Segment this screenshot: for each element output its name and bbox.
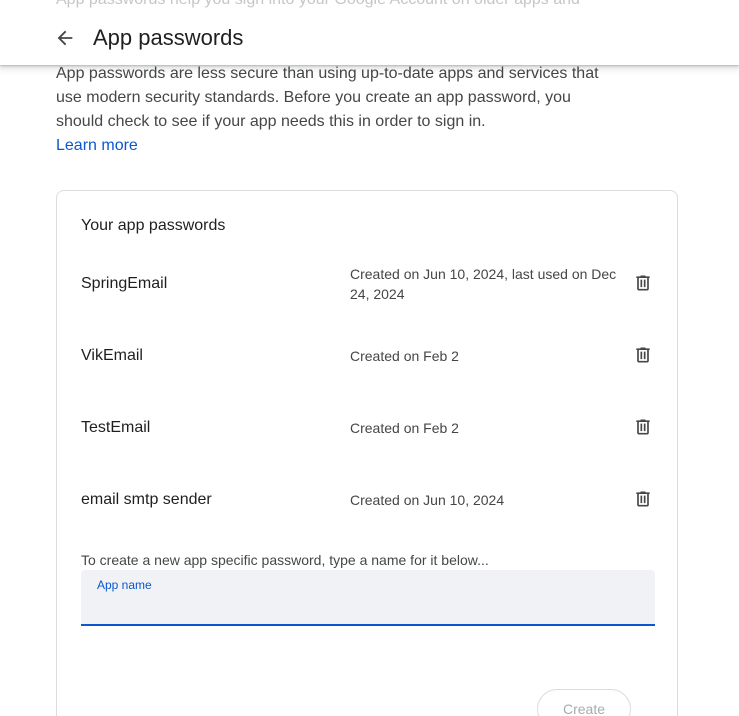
app-password-meta: Created on Feb 2 xyxy=(350,420,459,436)
scrolled-intro-text: App passwords help you sign into your Go… xyxy=(56,0,580,9)
arrow-back-icon xyxy=(54,27,76,49)
app-password-name: TestEmail xyxy=(81,419,151,436)
create-button[interactable]: Create xyxy=(537,689,631,716)
trash-icon xyxy=(633,417,653,437)
page-title: App passwords xyxy=(93,25,244,50)
security-notice: App passwords are less secure than using… xyxy=(56,65,599,130)
trash-icon xyxy=(633,273,653,293)
app-password-row: TestEmail Created on Feb 2 xyxy=(81,408,655,448)
create-password-hint: To create a new app specific password, t… xyxy=(81,552,489,568)
top-app-bar: App passwords help you sign into your Go… xyxy=(0,0,739,65)
trash-icon xyxy=(633,345,653,365)
app-password-meta: Created on Feb 2 xyxy=(350,348,459,364)
delete-password-button[interactable] xyxy=(627,483,659,515)
back-button[interactable] xyxy=(48,21,82,55)
app-passwords-page: App passwords help you sign into your Go… xyxy=(0,0,739,716)
app-password-name: VikEmail xyxy=(81,347,143,364)
app-password-row: VikEmail Created on Feb 2 xyxy=(81,336,655,376)
app-passwords-card: Your app passwords SpringEmail Created o… xyxy=(56,190,678,716)
app-name-label: App name xyxy=(97,578,152,592)
delete-password-button[interactable] xyxy=(627,411,659,443)
app-password-row: email smtp sender Created on Jun 10, 202… xyxy=(81,480,655,520)
delete-password-button[interactable] xyxy=(627,267,659,299)
learn-more-link[interactable]: Learn more xyxy=(56,134,138,158)
delete-password-button[interactable] xyxy=(627,339,659,371)
card-title: Your app passwords xyxy=(81,217,226,234)
app-name-input[interactable] xyxy=(97,595,637,617)
app-password-meta: Created on Jun 10, 2024 xyxy=(350,492,505,508)
app-password-meta: Created on Jun 10, 2024, last used on De… xyxy=(350,266,617,302)
app-name-field[interactable]: App name xyxy=(81,570,655,626)
trash-icon xyxy=(633,489,653,509)
app-password-name: SpringEmail xyxy=(81,275,168,292)
app-password-name: email smtp sender xyxy=(81,491,212,508)
app-password-row: SpringEmail Created on Jun 10, 2024, las… xyxy=(81,264,655,304)
